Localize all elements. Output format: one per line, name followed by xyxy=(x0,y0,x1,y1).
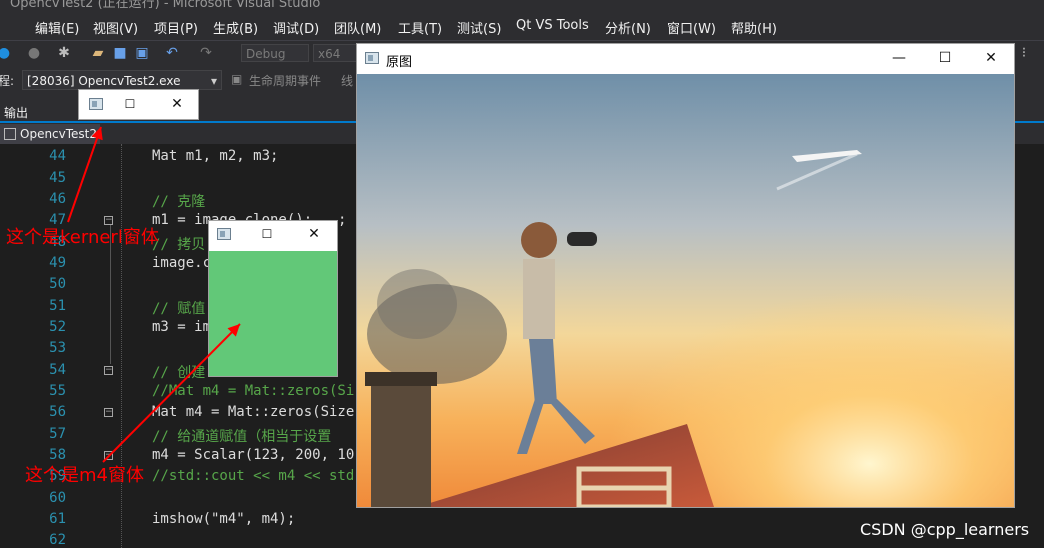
m4-annotation: 这个是m4窗体 xyxy=(25,465,144,486)
annotation-arrows xyxy=(67,126,241,463)
arrow-to-kernel xyxy=(67,126,103,223)
kernel-annotation: 这个是kernerl窗体 xyxy=(6,227,159,248)
arrow-to-m4 xyxy=(102,323,241,463)
watermark: CSDN @cpp_learners xyxy=(860,520,1030,539)
